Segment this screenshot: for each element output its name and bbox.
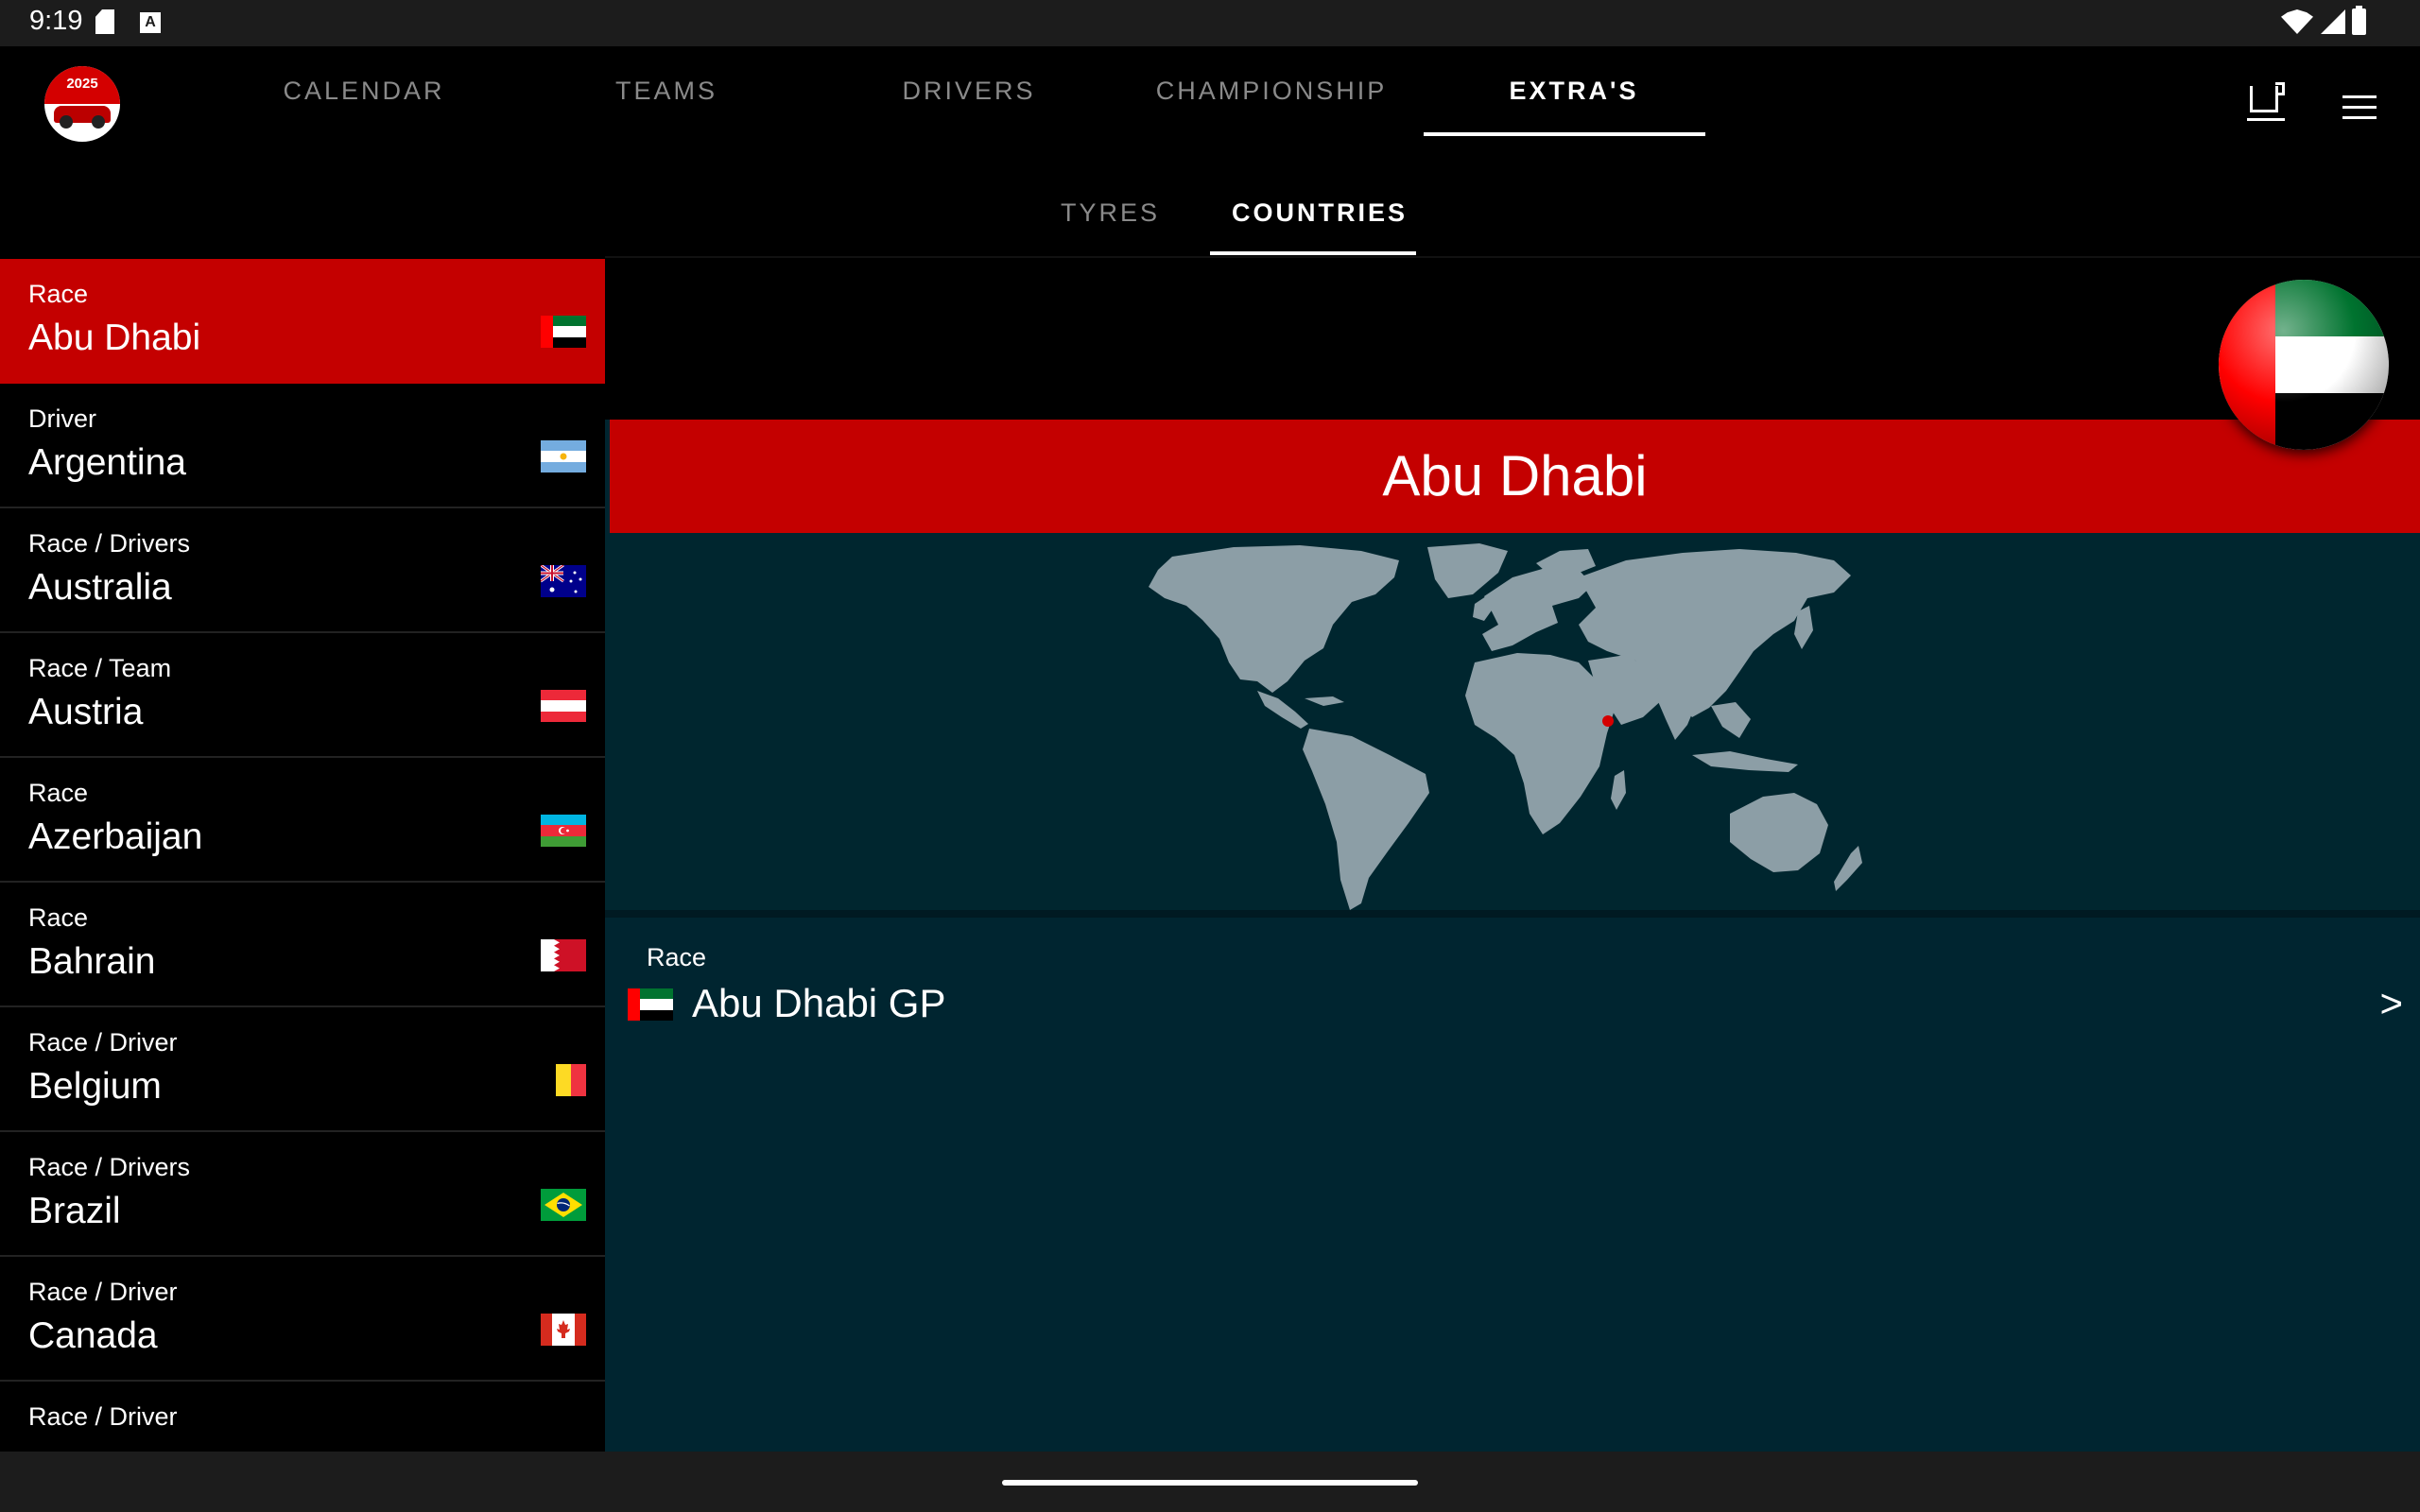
item-type: Driver [28, 404, 96, 433]
list-item[interactable]: Race / Driver [0, 1382, 605, 1452]
item-name: Azerbaijan [28, 816, 203, 857]
tab-teams[interactable]: TEAMS [577, 75, 756, 122]
tab-indicator [1424, 132, 1705, 136]
tab-drivers[interactable]: DRIVERS [879, 75, 1059, 122]
list-item[interactable]: Driver Argentina [0, 384, 605, 508]
location-marker [1602, 715, 1614, 727]
brazil-flag-icon [541, 1189, 586, 1221]
list-item[interactable]: Race Abu Dhabi [0, 259, 605, 384]
home-gesture-handle[interactable] [1002, 1480, 1418, 1486]
wifi-icon [2281, 9, 2313, 34]
logo-year: 2025 [66, 76, 98, 92]
coffee-cup-icon[interactable] [2247, 82, 2285, 121]
country-banner: Abu Dhabi [610, 420, 2420, 533]
divider [605, 256, 2420, 258]
item-name: Belgium [28, 1066, 162, 1107]
sd-card-icon [95, 9, 114, 34]
map-divider [605, 910, 2420, 918]
item-name: Brazil [28, 1191, 121, 1231]
item-name: Canada [28, 1315, 158, 1356]
hamburger-menu-icon[interactable] [2342, 95, 2377, 120]
list-item[interactable]: Race / Team Austria [0, 633, 605, 758]
app-logo[interactable]: 2025 [44, 66, 120, 142]
list-item[interactable]: Race / Driver Belgium [0, 1007, 605, 1132]
signal-icon [2321, 9, 2345, 34]
uae-flag-badge-icon [2219, 280, 2389, 450]
item-type: Race / Team [28, 654, 172, 682]
subtab-tyres[interactable]: TYRES [1061, 197, 1160, 229]
country-title: Abu Dhabi [1382, 444, 1648, 507]
bahrain-flag-icon [541, 939, 586, 971]
section-label: Race [647, 943, 707, 971]
item-type: Race / Drivers [28, 1153, 191, 1181]
status-time: 9:19 [29, 6, 83, 36]
uae-flag-icon [541, 316, 586, 348]
panel-header-area [605, 259, 2420, 420]
list-item[interactable]: Race / Driver Canada [0, 1257, 605, 1382]
race-link-row[interactable]: Abu Dhabi GP > [605, 979, 2420, 1036]
country-detail-panel: Abu Dhabi Race Abu Dhabi GP > [605, 259, 2420, 1452]
item-type: Race / Driver [28, 1402, 178, 1431]
item-type: Race / Drivers [28, 529, 191, 558]
world-map-icon [1149, 543, 1862, 910]
subtab-indicator [1210, 251, 1416, 255]
item-name: Abu Dhabi [28, 318, 201, 358]
list-item[interactable]: Race Bahrain [0, 883, 605, 1007]
belgium-flag-icon [541, 1064, 586, 1096]
tab-calendar[interactable]: CALENDAR [274, 75, 454, 122]
country-list[interactable]: Race Abu Dhabi Driver Argentina Race / D… [0, 259, 605, 1452]
system-nav-bar [0, 1452, 2420, 1512]
flag-glare [2219, 280, 2389, 450]
item-type: Race [28, 779, 89, 807]
item-type: Race [28, 903, 89, 932]
battery-icon [2352, 6, 2366, 35]
item-name: Argentina [28, 442, 186, 483]
item-name: Austria [28, 692, 144, 732]
race-name: Abu Dhabi GP [692, 981, 946, 1025]
australia-flag-icon [541, 565, 586, 597]
status-bar: 9:19 A [0, 0, 2420, 46]
azerbaijan-flag-icon [541, 815, 586, 847]
wheel-icon [60, 115, 73, 129]
argentina-flag-icon [541, 440, 586, 472]
list-item[interactable]: Race / Drivers Brazil [0, 1132, 605, 1257]
world-map [605, 540, 2420, 910]
wheel-icon [92, 115, 105, 129]
subtab-countries[interactable]: COUNTRIES [1232, 197, 1408, 229]
item-type: Race [28, 280, 89, 308]
tab-championship[interactable]: CHAMPIONSHIP [1139, 75, 1404, 122]
canada-flag-icon [541, 1314, 586, 1346]
chevron-right-icon[interactable]: > [2379, 981, 2403, 1026]
item-type: Race / Driver [28, 1028, 178, 1057]
list-item[interactable]: Race / Drivers Australia [0, 508, 605, 633]
uae-flag-icon [628, 988, 673, 1021]
tab-extras[interactable]: EXTRA'S [1456, 75, 1692, 122]
item-name: Australia [28, 567, 172, 608]
item-name: Bahrain [28, 941, 156, 982]
keyboard-a-icon: A [140, 12, 161, 33]
list-item[interactable]: Race Azerbaijan [0, 758, 605, 883]
app-bar: 2025 CALENDAR TEAMS DRIVERS CHAMPIONSHIP… [0, 46, 2420, 259]
item-type: Race / Driver [28, 1278, 178, 1306]
austria-flag-icon [541, 690, 586, 722]
